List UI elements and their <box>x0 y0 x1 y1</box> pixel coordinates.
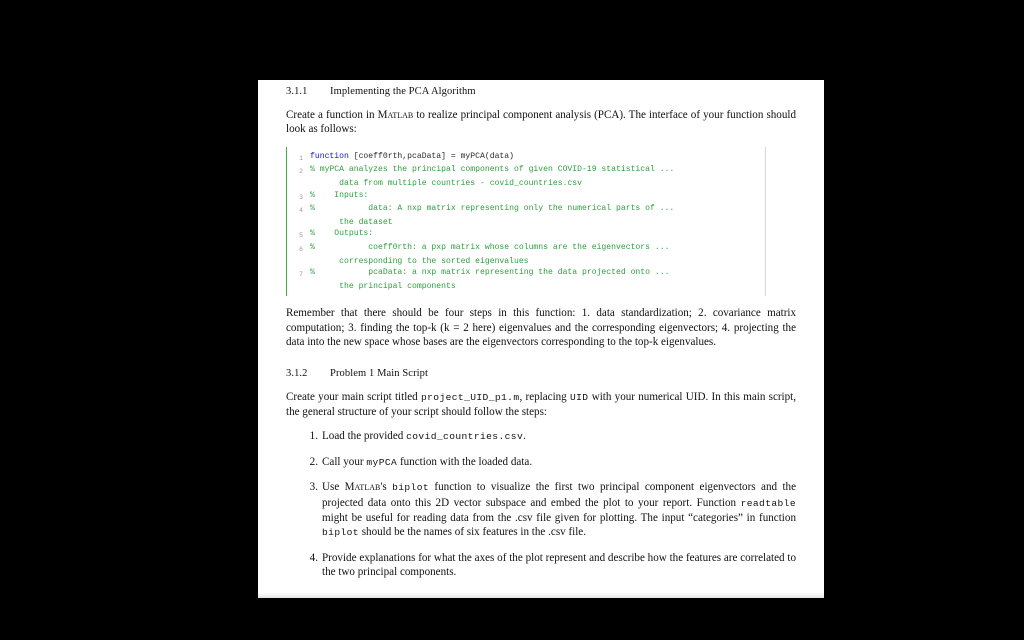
list-marker: 2. <box>309 455 318 468</box>
code-comment-continued: corresponding to the sorted eigenvalues <box>310 256 529 266</box>
step-text-part2: function with the loaded data. <box>397 455 533 468</box>
csv-filename-code: covid_countries.csv <box>406 431 524 443</box>
step-text-part1: Load the provided <box>322 430 407 443</box>
code-line-continuation: corresponding to the sorted eigenvalues <box>287 256 765 268</box>
code-keyword: function <box>310 151 349 161</box>
step-text-part5: should be the names of six features in t… <box>358 526 587 539</box>
code-comment-continued: the dataset <box>310 217 393 227</box>
code-line: 4 % data: A nxp matrix representing only … <box>287 203 765 217</box>
step-text-part1: Provide explanations for what the axes o… <box>322 551 796 579</box>
code-comment: % Inputs: <box>310 190 369 200</box>
matlab-wordmark: Matlab <box>344 481 381 494</box>
code-line-continuation: the dataset <box>287 217 765 229</box>
code-line-continuation: data from multiple countries - covid_cou… <box>287 178 765 190</box>
step-text-part1: Call your <box>322 455 367 468</box>
biplot-function-code-2: biplot <box>322 527 359 539</box>
section-title: Implementing the PCA Algorithm <box>330 86 476 97</box>
code-line-number: 4 <box>299 207 303 215</box>
code-line-number: 2 <box>299 168 303 176</box>
code-comment: % Outputs: <box>310 229 374 239</box>
step-text-part4: might be useful for reading data from th… <box>322 512 796 524</box>
intro-text-part1: Create a function in <box>286 109 378 121</box>
code-line: 5 % Outputs: <box>287 228 765 242</box>
matlab-wordmark: Matlab <box>377 109 414 121</box>
step-text-part2: . <box>523 430 526 443</box>
page-bottom-fade <box>258 593 824 598</box>
steps-list: 1. Load the provided covid_countries.csv.… <box>286 429 796 579</box>
code-line: 6 % coeff0rth: a pxp matrix whose columns… <box>287 242 765 256</box>
code-line-text: function [coeff0rth,pcaData] = myPCA(dat… <box>310 151 765 163</box>
list-marker: 4. <box>309 551 318 564</box>
code-comment-continued: the principal components <box>310 281 456 291</box>
list-item: 3. Use Matlab's biplot function to visual… <box>310 480 796 541</box>
code-line: 3 % Inputs: <box>287 190 765 204</box>
section-number: 3.1.1 <box>286 86 308 97</box>
code-comment: % myPCA analyzes the principal component… <box>310 165 675 175</box>
code-comment-continued: data from multiple countries - covid_cou… <box>310 179 582 188</box>
code-line-number: 1 <box>299 154 303 162</box>
paragraph-intro-pca: Create a function in Matlab to realize p… <box>286 108 796 137</box>
list-item: 4. Provide explanations for what the axes… <box>310 551 796 580</box>
list-item: 1. Load the provided covid_countries.csv. <box>310 429 796 444</box>
paragraph-remember-steps: Remember that there should be four steps… <box>286 307 796 349</box>
code-comment: % data: A nxp matrix representing only t… <box>310 204 675 214</box>
code-line-number: 6 <box>299 245 303 253</box>
code-line-number: 5 <box>299 232 303 240</box>
step-text-part1: Use <box>322 481 345 494</box>
code-plain: [coeff0rth,pcaData] = myPCA(data) <box>348 151 514 161</box>
step-text-part2: 's <box>380 481 393 494</box>
code-line: 7 % pcaData: a nxp matrix representing th… <box>287 267 765 281</box>
code-line-continuation: the principal components <box>287 281 765 293</box>
list-marker: 3. <box>309 481 318 494</box>
code-line: 2 % myPCA analyzes the principal componen… <box>287 164 765 178</box>
list-item: 2. Call your myPCA function with the load… <box>310 455 796 470</box>
section-heading-3-1-2: 3.1.2 Problem 1 Main Script <box>286 368 796 379</box>
section-number: 3.1.2 <box>286 367 308 379</box>
document-page: 3.1.1 Implementing the PCA Algorithm Crea… <box>258 80 824 598</box>
page-content: 3.1.1 Implementing the PCA Algorithm Crea… <box>258 80 824 580</box>
main-script-text-part1: Create your main script titled <box>286 390 421 403</box>
main-script-text-part2: , replacing <box>519 390 570 403</box>
readtable-function-code: readtable <box>740 497 796 509</box>
script-filename-code: project_UID_p1.m <box>420 391 520 403</box>
code-listing-mypca: 1 function [coeff0rth,pcaData] = myPCA(da… <box>286 146 766 297</box>
document-viewer: 3.1.1 Implementing the PCA Algorithm Crea… <box>0 0 1024 640</box>
code-comment: % pcaData: a nxp matrix representing the… <box>310 268 670 278</box>
code-comment: % coeff0rth: a pxp matrix whose columns … <box>310 242 670 252</box>
section-heading-3-1-1: 3.1.1 Implementing the PCA Algorithm <box>286 86 796 97</box>
list-marker: 1. <box>309 430 318 443</box>
biplot-function-code: biplot <box>392 482 430 494</box>
code-line: 1 function [coeff0rth,pcaData] = myPCA(da… <box>287 151 765 165</box>
paragraph-main-script: Create your main script titled project_U… <box>286 390 796 420</box>
uid-code: UID <box>569 391 589 403</box>
section-title: Problem 1 Main Script <box>330 367 429 379</box>
code-line-number: 7 <box>299 271 303 279</box>
code-line-number: 3 <box>299 193 303 201</box>
mypca-function-code: myPCA <box>366 456 398 468</box>
